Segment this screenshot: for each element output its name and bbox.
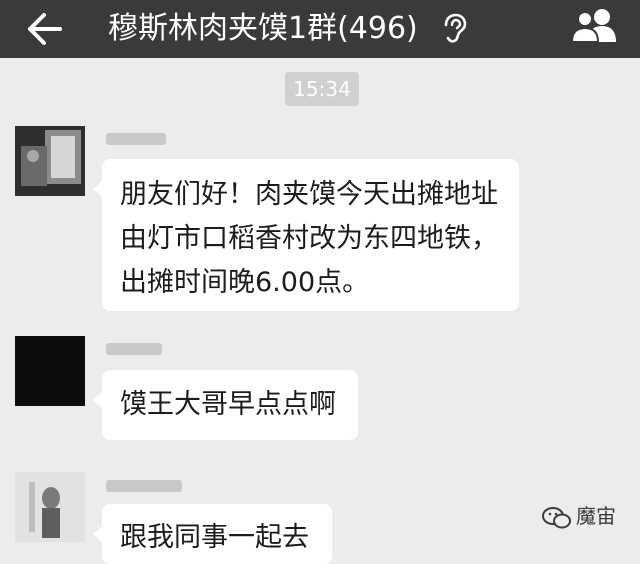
message-timestamp: 15:34 — [285, 72, 359, 106]
message-text: 馍王大哥早点点啊 — [120, 389, 336, 420]
back-button[interactable] — [20, 6, 70, 52]
group-info-button[interactable] — [566, 4, 622, 50]
ear-icon — [442, 12, 468, 44]
avatar[interactable] — [15, 126, 85, 196]
avatar[interactable] — [15, 472, 85, 542]
group-members-icon — [570, 9, 616, 43]
sender-name-blurred — [106, 480, 182, 492]
wechat-icon — [542, 506, 571, 528]
chat-title: 穆斯林肉夹馍1群(496) — [108, 11, 418, 46]
avatar[interactable] — [15, 336, 85, 406]
sender-name-blurred — [106, 343, 162, 355]
sender-name-blurred — [106, 133, 166, 145]
title-bar: 穆斯林肉夹馍1群(496) — [0, 0, 640, 58]
watermark-label: 魔宙 — [576, 504, 616, 528]
arrow-left-icon — [28, 13, 62, 45]
message-text: 朋友们好！肉夹馍今天出摊地址由灯市口稻香村改为东四地铁，出摊时间晚6.00点。 — [120, 179, 498, 298]
message-bubble[interactable]: 朋友们好！肉夹馍今天出摊地址由灯市口稻香村改为东四地铁，出摊时间晚6.00点。 — [93, 159, 519, 311]
message-bubble[interactable]: 跟我同事一起去 — [93, 504, 332, 564]
message-text: 跟我同事一起去 — [120, 522, 309, 553]
watermark: 魔宙 — [542, 502, 616, 530]
message-bubble[interactable]: 馍王大哥早点点啊 — [93, 370, 358, 440]
